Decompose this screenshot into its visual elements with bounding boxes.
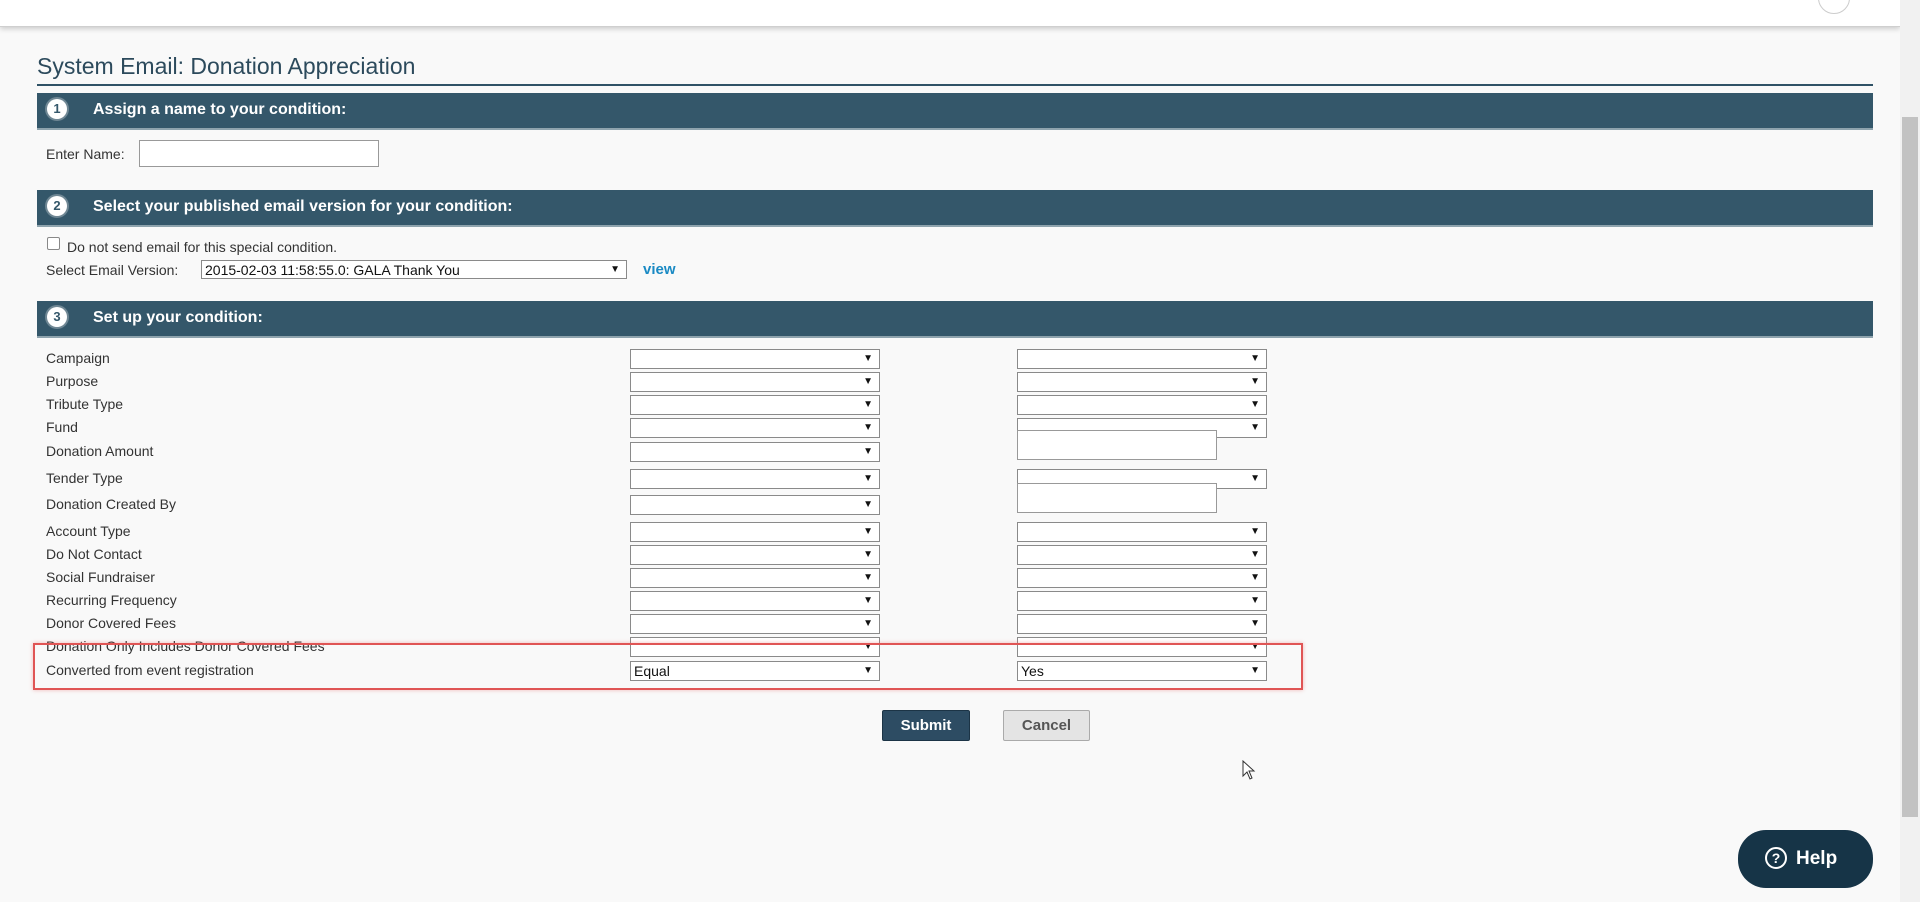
dropdown-arrow-icon: ▼ [863, 618, 873, 629]
step-number-icon: 3 [47, 307, 67, 327]
condition-label: Donor Covered Fees [46, 615, 176, 631]
step-number-icon: 2 [47, 196, 67, 216]
condition-label: Donation Created By [46, 496, 176, 512]
condition-operator-select[interactable]: ▼ [630, 591, 880, 611]
condition-value-input[interactable] [1017, 430, 1217, 460]
condition-value-select[interactable]: ▼ [1017, 591, 1267, 611]
dropdown-arrow-icon: ▼ [863, 446, 873, 457]
condition-value-select[interactable]: ▼ [1017, 614, 1267, 634]
step-number-icon: 1 [47, 99, 67, 119]
section-header-2: 2 Select your published email version fo… [37, 190, 1873, 227]
cancel-button[interactable]: Cancel [1003, 710, 1090, 741]
top-bar [0, 0, 1900, 27]
condition-label: Campaign [46, 350, 110, 366]
dropdown-arrow-icon: ▼ [863, 526, 873, 537]
condition-value-select[interactable]: ▼ [1017, 568, 1267, 588]
section-title: Set up your condition: [93, 309, 263, 326]
email-version-select[interactable]: 2015-02-03 11:58:55.0: GALA Thank You ▼ [201, 260, 627, 279]
dropdown-arrow-icon: ▼ [1250, 473, 1260, 484]
condition-value-select[interactable]: ▼ [1017, 395, 1267, 415]
condition-label: Purpose [46, 373, 99, 389]
condition-label: Tender Type [46, 470, 123, 486]
do-not-send-label: Do not send email for this special condi… [67, 239, 338, 255]
section-header-1: 1 Assign a name to your condition: [37, 93, 1873, 130]
dropdown-arrow-icon: ▼ [863, 376, 873, 387]
title-divider [37, 84, 1873, 86]
dropdown-arrow-icon: ▼ [1250, 595, 1260, 606]
condition-operator-select[interactable]: ▼ [630, 395, 880, 415]
dropdown-arrow-icon: ▼ [863, 595, 873, 606]
name-input[interactable] [139, 140, 379, 167]
dropdown-arrow-icon: ▼ [1250, 618, 1260, 629]
condition-value-select[interactable]: ▼ [1017, 372, 1267, 392]
dropdown-arrow-icon: ▼ [863, 399, 873, 410]
email-version-value: 2015-02-03 11:58:55.0: GALA Thank You [205, 262, 460, 278]
dropdown-arrow-icon: ▼ [863, 353, 873, 364]
dropdown-arrow-icon: ▼ [610, 264, 620, 275]
dropdown-arrow-icon: ▼ [1250, 526, 1260, 537]
condition-label: Do Not Contact [46, 546, 142, 562]
question-mark-icon: ? [1765, 847, 1787, 869]
dropdown-arrow-icon: ▼ [1250, 399, 1260, 410]
condition-operator-select[interactable]: ▼ [630, 372, 880, 392]
section-title: Select your published email version for … [93, 198, 513, 215]
condition-value-select[interactable]: ▼ [1017, 349, 1267, 369]
scrollbar-thumb[interactable] [1902, 117, 1918, 817]
dropdown-arrow-icon: ▼ [1250, 376, 1260, 387]
condition-operator-select[interactable]: ▼ [630, 545, 880, 565]
dropdown-arrow-icon: ▼ [1250, 549, 1260, 560]
section-header-3: 3 Set up your condition: [37, 301, 1873, 338]
section-title: Assign a name to your condition: [93, 101, 347, 118]
condition-value-select[interactable]: ▼ [1017, 545, 1267, 565]
dropdown-arrow-icon: ▼ [1250, 422, 1260, 433]
dropdown-arrow-icon: ▼ [863, 499, 873, 510]
view-link[interactable]: view [643, 261, 676, 278]
dropdown-arrow-icon: ▼ [863, 422, 873, 433]
mouse-cursor-icon [1242, 760, 1256, 780]
dropdown-arrow-icon: ▼ [863, 473, 873, 484]
enter-name-label: Enter Name: [46, 146, 125, 162]
dropdown-arrow-icon: ▼ [863, 572, 873, 583]
dropdown-arrow-icon: ▼ [1250, 353, 1260, 364]
dropdown-arrow-icon: ▼ [1250, 572, 1260, 583]
condition-operator-select[interactable]: ▼ [630, 568, 880, 588]
condition-operator-select[interactable]: ▼ [630, 349, 880, 369]
highlight-box [33, 643, 1303, 690]
condition-operator-select[interactable]: ▼ [630, 442, 880, 462]
help-button[interactable]: ? Help [1738, 830, 1873, 888]
condition-operator-select[interactable]: ▼ [630, 522, 880, 542]
condition-label: Tribute Type [46, 396, 124, 412]
dropdown-arrow-icon: ▼ [863, 549, 873, 560]
condition-operator-select[interactable]: ▼ [630, 418, 880, 438]
condition-operator-select[interactable]: ▼ [630, 614, 880, 634]
condition-label: Account Type [46, 523, 131, 539]
submit-button[interactable]: Submit [882, 710, 970, 741]
help-label: Help [1796, 848, 1838, 869]
condition-label: Fund [46, 419, 78, 435]
email-version-label: Select Email Version: [46, 262, 179, 278]
page-title: System Email: Donation Appreciation [37, 53, 416, 79]
condition-label: Social Fundraiser [46, 569, 155, 585]
user-avatar-icon[interactable] [1818, 0, 1850, 14]
condition-operator-select[interactable]: ▼ [630, 469, 880, 489]
condition-label: Donation Amount [46, 443, 154, 459]
condition-label: Recurring Frequency [46, 592, 177, 608]
condition-value-select[interactable]: ▼ [1017, 522, 1267, 542]
condition-operator-select[interactable]: ▼ [630, 495, 880, 515]
condition-value-input[interactable] [1017, 483, 1217, 513]
do-not-send-checkbox[interactable] [47, 237, 60, 250]
